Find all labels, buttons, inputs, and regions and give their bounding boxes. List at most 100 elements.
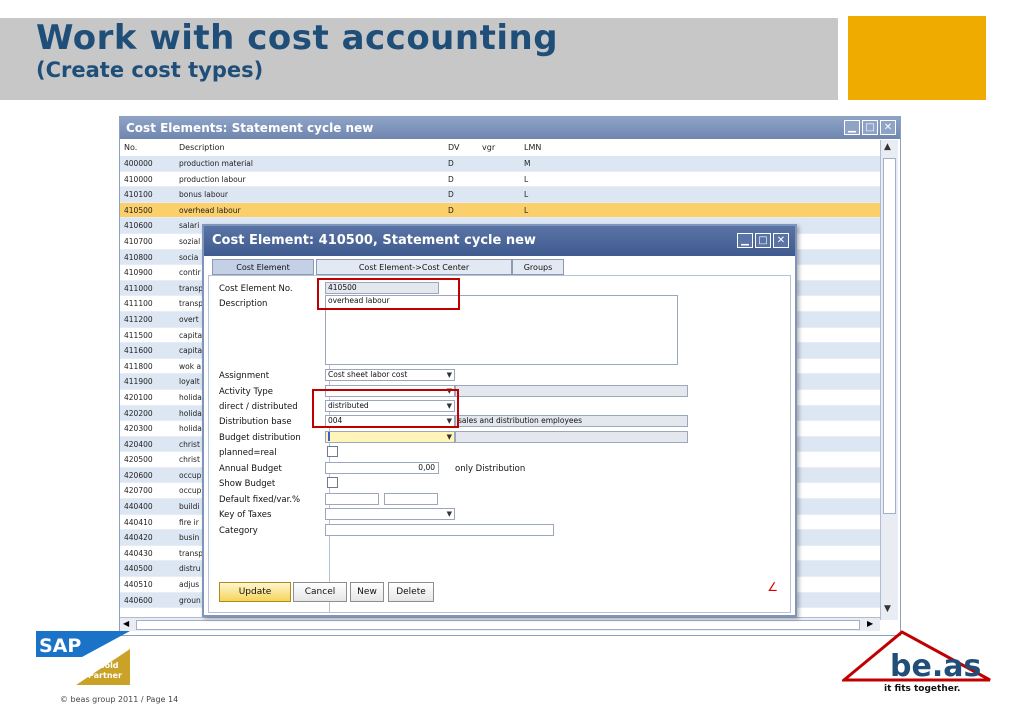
scroll-right-icon[interactable]: ▶ [867,619,873,628]
window-title: Cost Elements: Statement cycle new [120,117,900,139]
slide: Work with cost accounting (Create cost t… [0,0,1023,708]
cell-desc: production material [179,159,253,168]
cell-desc: sozial [179,236,201,246]
cell-no: 420600 [124,470,153,480]
cell-desc: bonus labour [179,190,229,200]
minimize-icon[interactable]: ▁ [844,120,860,135]
highlight-box-distribution [312,389,459,428]
cell-desc: production labour [179,174,246,184]
annual-budget-note: only Distribution [455,464,526,474]
window-controls: ▁ □ ✕ [844,120,896,135]
slide-subtitle: (Create cost types) [36,58,264,82]
table-row[interactable]: 410000 production labour D L [120,171,880,188]
cell-no: 410500 [124,205,153,215]
default-fixed-field[interactable] [325,493,379,505]
dialog-title-text: Cost Element: 410500, Statement cycle ne… [212,233,536,248]
column-description[interactable]: Description [179,143,225,152]
dialog-close-icon[interactable]: ✕ [773,233,789,248]
column-vgr[interactable]: vgr [482,143,495,152]
delete-button[interactable]: Delete [388,582,434,602]
maximize-icon[interactable]: □ [862,120,878,135]
chevron-down-icon[interactable]: ▼ [447,432,452,442]
cancel-button[interactable]: Cancel [293,582,347,602]
activity-type-description [455,385,688,397]
category-field[interactable] [325,524,554,536]
key-of-taxes-dropdown[interactable]: ▼ [325,508,455,520]
cell-desc: overhead labour [179,205,241,215]
update-button[interactable]: Update [219,582,291,602]
cell-desc: holida [179,424,202,434]
scroll-up-icon[interactable]: ▲ [884,142,891,152]
planned-real-label: planned=real [219,448,277,458]
cell-desc: occup [179,486,202,496]
planned-real-checkbox[interactable] [327,446,338,457]
horizontal-scroll-thumb[interactable] [136,620,860,630]
highlight-box-cost-element [317,278,460,310]
tab-cost-element-cost-center[interactable]: Cost Element->Cost Center [316,259,512,275]
table-row[interactable]: 400000 production material D M [120,156,880,172]
cell-desc: capita [179,330,203,340]
activity-type-label: Activity Type [219,387,274,397]
cell-no: 440510 [124,580,153,590]
column-lmn[interactable]: LMN [524,143,541,152]
resize-mark-icon: ∠ [767,580,778,594]
annual-budget-label: Annual Budget [219,464,282,474]
dialog-window-controls: ▁ □ ✕ [737,233,789,248]
dialog-maximize-icon[interactable]: □ [755,233,771,248]
chevron-down-icon[interactable]: ▼ [447,509,452,519]
cell-lmn: L [524,174,529,184]
cost-element-panel: Cost Element No. 410500 Description over… [208,275,791,613]
cell-no: 410600 [124,221,153,231]
window-title-text: Cost Elements: Statement cycle new [126,121,374,135]
close-icon[interactable]: ✕ [880,120,896,135]
cell-no: 411900 [124,377,153,387]
cell-no: 411800 [124,361,153,371]
sap-gold-text: Gold [98,661,119,670]
cell-desc: transp [179,299,204,309]
cell-desc: buildi [179,502,200,512]
annual-budget-field[interactable]: 0,00 [325,462,439,474]
sap-partner-text: Partner [88,671,122,680]
column-headers: No. Description DV vgr LMN [120,140,880,156]
key-of-taxes-label: Key of Taxes [219,510,272,520]
assignment-dropdown[interactable]: Cost sheet labor cost ▼ [325,369,455,381]
cell-no: 440410 [124,517,153,527]
show-budget-label: Show Budget [219,479,276,489]
cell-lmn: M [524,159,531,168]
cell-no: 410700 [124,236,153,246]
cell-no: 440430 [124,548,153,558]
cell-desc: fire ir [179,517,199,527]
cost-element-dialog: Cost Element: 410500, Statement cycle ne… [202,224,797,617]
cell-no: 410800 [124,252,153,262]
cell-no: 410900 [124,268,153,278]
scroll-left-icon[interactable]: ◀ [123,619,129,628]
horizontal-scrollbar[interactable]: ◀ ▶ [120,617,880,631]
table-row[interactable]: 410500 overhead labour D L [120,202,880,219]
cell-no: 411100 [124,299,153,309]
vertical-scrollbar[interactable]: ▲ ▼ [880,140,898,620]
cell-no: 411600 [124,346,153,356]
dialog-minimize-icon[interactable]: ▁ [737,233,753,248]
cell-dv: D [448,205,454,215]
column-no[interactable]: No. [124,143,137,152]
tab-cost-element[interactable]: Cost Element [212,259,314,275]
scroll-thumb[interactable] [883,158,896,514]
cell-desc: salari [179,221,200,231]
cell-desc: adjus [179,580,200,590]
cell-lmn: L [524,190,529,200]
category-label: Category [219,526,258,536]
default-var-field[interactable] [384,493,438,505]
budget-distribution-dropdown[interactable]: ▼ [325,431,455,443]
column-dv[interactable]: DV [448,143,460,152]
direct-distributed-label: direct / distributed [219,402,298,412]
table-row[interactable]: 410100 bonus labour D L [120,187,880,203]
scroll-down-icon[interactable]: ▼ [884,604,891,614]
chevron-down-icon[interactable]: ▼ [447,370,452,380]
default-fixed-var-label: Default fixed/var.% [219,495,301,505]
new-button[interactable]: New [350,582,384,602]
distribution-base-label: Distribution base [219,417,292,427]
show-budget-checkbox[interactable] [327,477,338,488]
tab-groups[interactable]: Groups [512,259,564,275]
cell-no: 411500 [124,330,153,340]
cell-no: 420200 [124,408,153,418]
